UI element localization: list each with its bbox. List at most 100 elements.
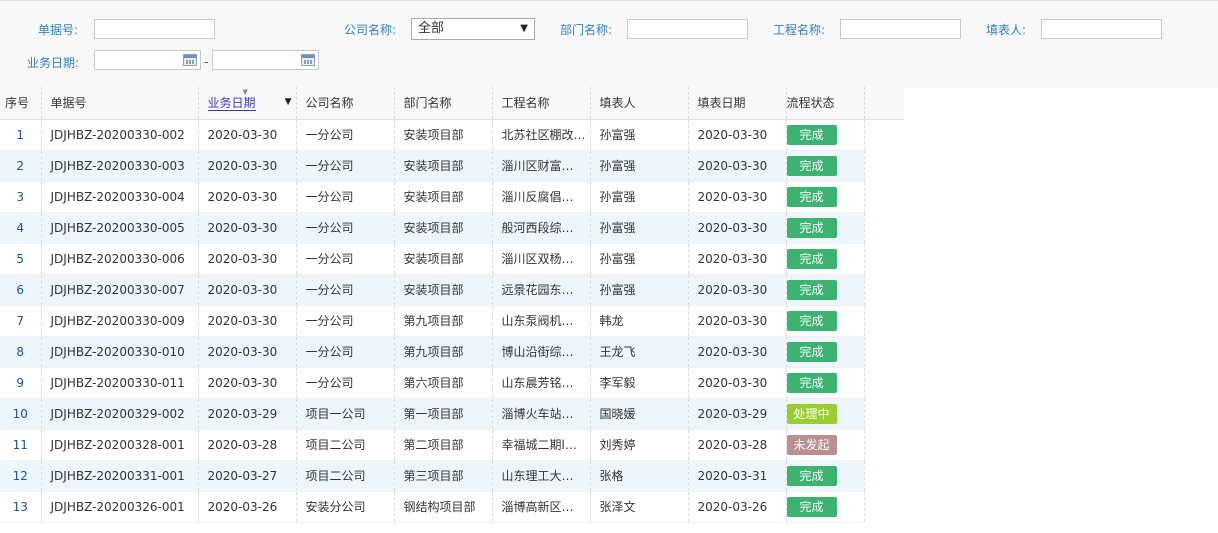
table-row[interactable]: 12 JDJHBZ-20200331-001 2020-03-27 项目二公司 第三项目… bbox=[0, 460, 865, 492]
row-index[interactable]: 10 bbox=[0, 398, 42, 430]
company-cell: 项目二公司 bbox=[296, 460, 395, 492]
row-index[interactable]: 3 bbox=[0, 181, 42, 213]
status-badge[interactable]: 完成 bbox=[786, 186, 837, 207]
column-menu-icon[interactable]: ▼ bbox=[285, 97, 292, 107]
biz-date-cell: 2020-03-30 bbox=[198, 119, 297, 151]
table-row[interactable]: 13 JDJHBZ-20200326-001 2020-03-26 安装分公司 钢结构项… bbox=[0, 491, 865, 523]
bill-no-cell: JDJHBZ-20200330-004 bbox=[41, 181, 199, 213]
row-index[interactable]: 7 bbox=[0, 305, 42, 337]
fill-date-cell: 2020-03-28 bbox=[688, 429, 787, 461]
project-input[interactable] bbox=[840, 19, 961, 39]
project-label: 工程名称: bbox=[773, 23, 826, 37]
row-index[interactable]: 9 bbox=[0, 367, 42, 399]
project-cell: 远景花园东… bbox=[492, 274, 591, 306]
col-header-fill-date[interactable]: 填表日期 bbox=[688, 87, 787, 120]
status-cell: 完成 bbox=[786, 336, 865, 368]
col-header-biz-date[interactable]: ▼ 业务日期 ▼ bbox=[198, 87, 297, 120]
col-header-project[interactable]: 工程名称 bbox=[492, 87, 591, 120]
bill-no-input[interactable] bbox=[94, 19, 215, 39]
bill-no-cell: JDJHBZ-20200331-001 bbox=[41, 460, 199, 492]
date-separator: - bbox=[204, 55, 209, 69]
header-filler bbox=[864, 87, 904, 120]
col-header-filler[interactable]: 填表人 bbox=[590, 87, 689, 120]
table-row[interactable]: 5 JDJHBZ-20200330-006 2020-03-30 一分公司 安装项目部淄… bbox=[0, 243, 865, 275]
status-cell: 完成 bbox=[786, 119, 865, 151]
biz-date-cell: 2020-03-30 bbox=[198, 212, 297, 244]
status-badge[interactable]: 完成 bbox=[786, 217, 837, 238]
table-row[interactable]: 7 JDJHBZ-20200330-009 2020-03-30 一分公司 第九项目部山… bbox=[0, 305, 865, 337]
status-cell: 完成 bbox=[786, 274, 865, 306]
row-index[interactable]: 6 bbox=[0, 274, 42, 306]
row-index[interactable]: 8 bbox=[0, 336, 42, 368]
status-cell: 完成 bbox=[786, 150, 865, 182]
project-cell: 山东理工大… bbox=[492, 460, 591, 492]
status-badge[interactable]: 完成 bbox=[786, 372, 837, 393]
col-header-company[interactable]: 公司名称 bbox=[296, 87, 395, 120]
table-row[interactable]: 8 JDJHBZ-20200330-010 2020-03-30 一分公司 第九项目部博… bbox=[0, 336, 865, 368]
status-badge[interactable]: 完成 bbox=[786, 248, 837, 269]
dept-cell: 第三项目部 bbox=[394, 460, 493, 492]
col-header-dept[interactable]: 部门名称 bbox=[394, 87, 493, 120]
row-index[interactable]: 11 bbox=[0, 429, 42, 461]
biz-date-cell: 2020-03-29 bbox=[198, 398, 297, 430]
status-badge[interactable]: 完成 bbox=[786, 465, 837, 486]
table-row[interactable]: 10 JDJHBZ-20200329-002 2020-03-29 项目一公司 第一项目… bbox=[0, 398, 865, 430]
status-badge[interactable]: 完成 bbox=[786, 279, 837, 300]
table-row[interactable]: 6 JDJHBZ-20200330-007 2020-03-30 一分公司 安装项目部远… bbox=[0, 274, 865, 306]
status-badge[interactable]: 未发起 bbox=[786, 434, 837, 455]
row-index[interactable]: 5 bbox=[0, 243, 42, 275]
table-row[interactable]: 9 JDJHBZ-20200330-011 2020-03-30 一分公司 第六项目部山… bbox=[0, 367, 865, 399]
status-cell: 完成 bbox=[786, 181, 865, 213]
fill-date-cell: 2020-03-30 bbox=[688, 336, 787, 368]
data-grid: 序号 单据号 ▼ 业务日期 ▼ 公司名称 部门名称 工程名称 填表人 填表日期 … bbox=[0, 87, 865, 523]
dept-cell: 安装项目部 bbox=[394, 212, 493, 244]
date-from-input[interactable] bbox=[94, 50, 201, 70]
company-cell: 一分公司 bbox=[296, 274, 395, 306]
table-row[interactable]: 4 JDJHBZ-20200330-005 2020-03-30 一分公司 安装项目部般… bbox=[0, 212, 865, 244]
status-badge[interactable]: 完成 bbox=[786, 124, 837, 145]
fill-date-cell: 2020-03-30 bbox=[688, 212, 787, 244]
date-to-input[interactable] bbox=[212, 50, 319, 70]
status-badge[interactable]: 处理中 bbox=[786, 403, 837, 424]
row-index[interactable]: 2 bbox=[0, 150, 42, 182]
biz-date-cell: 2020-03-30 bbox=[198, 150, 297, 182]
filler-label: 填表人: bbox=[986, 23, 1027, 37]
table-row[interactable]: 3 JDJHBZ-20200330-004 2020-03-30 一分公司 安装项目部淄… bbox=[0, 181, 865, 213]
project-cell: 山东泵阀机… bbox=[492, 305, 591, 337]
company-cell: 一分公司 bbox=[296, 305, 395, 337]
dept-input[interactable] bbox=[627, 19, 748, 39]
col-header-bill-no[interactable]: 单据号 bbox=[41, 87, 199, 120]
bill-no-cell: JDJHBZ-20200330-010 bbox=[41, 336, 199, 368]
status-badge[interactable]: 完成 bbox=[786, 496, 837, 517]
dept-cell: 第六项目部 bbox=[394, 367, 493, 399]
col-header-index[interactable]: 序号 bbox=[0, 87, 42, 120]
row-index[interactable]: 13 bbox=[0, 491, 42, 523]
project-cell: 般河西段综… bbox=[492, 212, 591, 244]
row-index[interactable]: 12 bbox=[0, 460, 42, 492]
company-select[interactable]: 全部 ▼ bbox=[411, 18, 535, 40]
col-header-status[interactable]: 流程状态 bbox=[786, 87, 865, 120]
status-cell: 未发起 bbox=[786, 429, 865, 461]
status-badge[interactable]: 完成 bbox=[786, 155, 837, 176]
table-row[interactable]: 2 JDJHBZ-20200330-003 2020-03-30 一分公司 安装项目部淄… bbox=[0, 150, 865, 182]
status-badge[interactable]: 完成 bbox=[786, 310, 837, 331]
dept-cell: 安装项目部 bbox=[394, 274, 493, 306]
calendar-icon[interactable] bbox=[183, 54, 197, 66]
filler-input[interactable] bbox=[1041, 19, 1162, 39]
row-index[interactable]: 1 bbox=[0, 119, 42, 151]
calendar-icon[interactable] bbox=[301, 54, 315, 66]
row-index[interactable]: 4 bbox=[0, 212, 42, 244]
table-row[interactable]: 11 JDJHBZ-20200328-001 2020-03-28 项目二公司 第二项目… bbox=[0, 429, 865, 461]
biz-date-cell: 2020-03-30 bbox=[198, 243, 297, 275]
dept-label: 部门名称: bbox=[560, 23, 613, 37]
status-cell: 完成 bbox=[786, 212, 865, 244]
company-cell: 一分公司 bbox=[296, 336, 395, 368]
fill-date-cell: 2020-03-30 bbox=[688, 243, 787, 275]
table-row[interactable]: 1 JDJHBZ-20200330-002 2020-03-30 一分公司 安装项目部北… bbox=[0, 119, 865, 151]
project-cell: 博山沿街综… bbox=[492, 336, 591, 368]
status-badge[interactable]: 完成 bbox=[786, 341, 837, 362]
bill-no-cell: JDJHBZ-20200330-006 bbox=[41, 243, 199, 275]
bill-no-cell: JDJHBZ-20200330-009 bbox=[41, 305, 199, 337]
project-cell: 淄博高新区… bbox=[492, 491, 591, 523]
status-cell: 完成 bbox=[786, 491, 865, 523]
